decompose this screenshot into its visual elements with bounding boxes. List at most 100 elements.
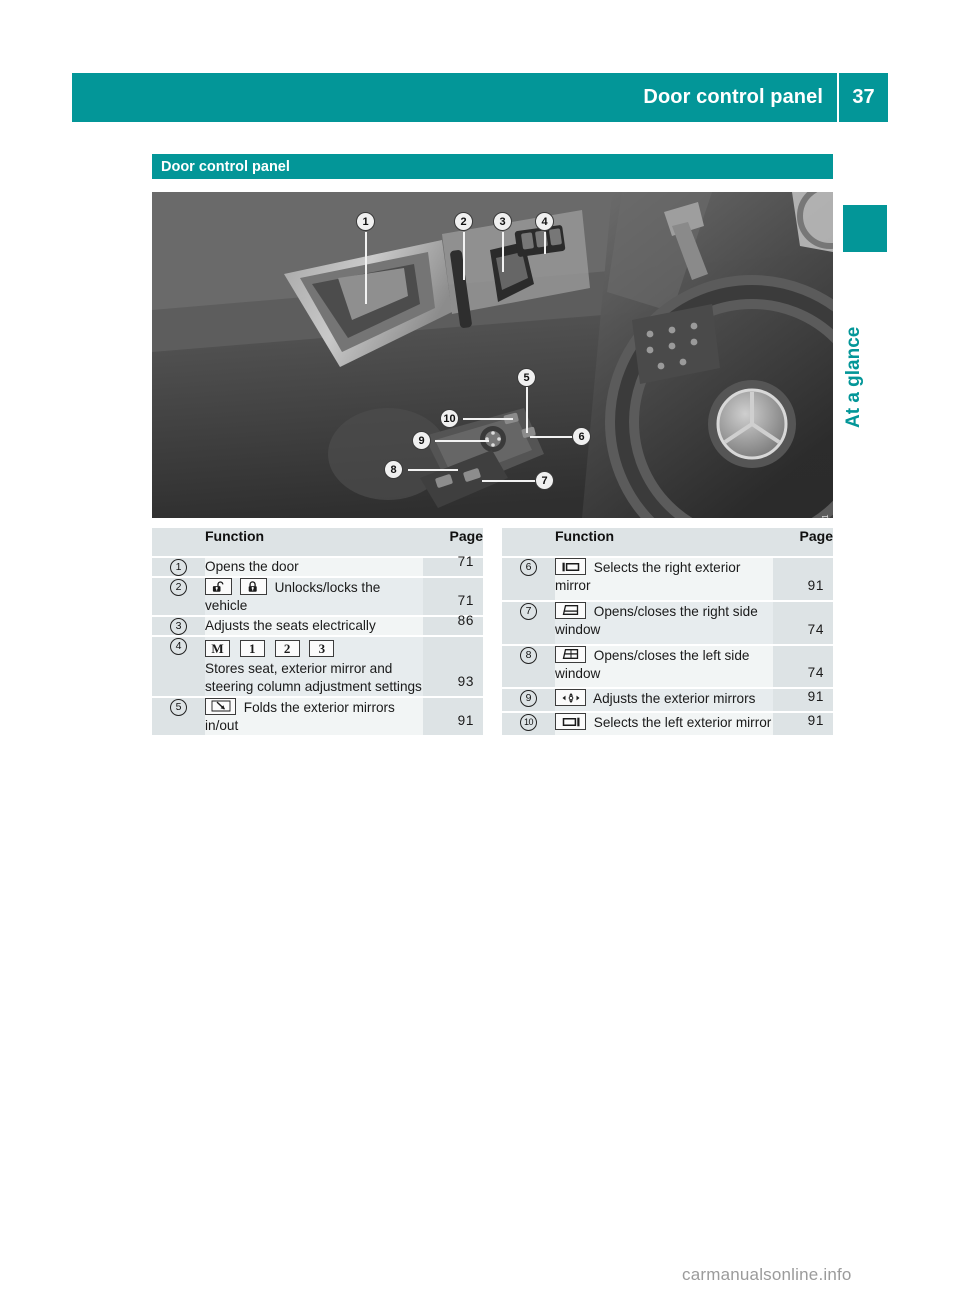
page-number: 37	[852, 86, 875, 108]
function-table-left: Function Page 1 Opens the door 71 2 Unlo…	[152, 528, 483, 735]
table-header-row: Function Page	[152, 528, 483, 557]
callout-badge: 5	[170, 698, 187, 716]
callout-badge: 9	[520, 690, 537, 708]
table-row: 9 Adjusts the exterior mirrors 91	[502, 687, 833, 713]
leader-line-10	[463, 418, 513, 420]
row-page-cell: 91	[773, 687, 833, 713]
callout-3: 3	[493, 212, 512, 231]
row-function-cell: Unlocks/locks the vehicle	[205, 576, 423, 616]
row-function-cell: Selects the right exterior mirror	[555, 556, 773, 601]
left-exterior-mirror-icon	[555, 713, 586, 731]
function-text: Selects the left exterior mirror	[593, 715, 772, 731]
table-header-row: Function Page	[502, 528, 833, 557]
function-text: Stores seat, exterior mirror and steerin…	[205, 660, 422, 694]
memory-2-key: 2	[274, 639, 300, 657]
unlock-icon	[205, 578, 232, 595]
mirror-fold-icon	[205, 697, 236, 715]
row-page-cell: 91	[773, 711, 833, 735]
leader-line-1	[365, 232, 367, 304]
callout-1: 1	[356, 212, 375, 231]
header-cell-number	[502, 528, 555, 557]
table-row: 7 Opens/closes the right side window 74	[502, 599, 833, 645]
callout-9: 9	[412, 431, 431, 450]
page-ref[interactable]: 91	[808, 689, 824, 704]
page-running-header: Door control panel 37	[72, 73, 888, 122]
table-row: 8 Opens/closes the left side window 74	[502, 643, 833, 689]
page-ref[interactable]: 91	[458, 713, 474, 728]
table-row: 4 M 1 2 3 Stores seat, exterior mirror a…	[152, 634, 483, 697]
row-page-cell: 74	[773, 643, 833, 689]
page-ref[interactable]: 93	[458, 674, 474, 689]
row-number-cell: 2	[152, 576, 205, 616]
callout-badge: 6	[520, 559, 537, 576]
row-number-cell: 9	[502, 687, 555, 713]
site-watermark: carmanualsonline.info	[682, 1265, 852, 1284]
lock-icon	[239, 578, 267, 595]
row-function-cell: Opens/closes the left side window	[555, 643, 773, 689]
row-number-cell: 6	[502, 556, 555, 601]
row-page-cell: 74	[773, 599, 833, 645]
table-row: 5 Folds the exterior mirrors in/out 91	[152, 695, 483, 735]
callout-badge: 8	[520, 646, 537, 664]
row-page-cell: 93	[423, 634, 483, 697]
row-function-cell: Opens the door	[205, 556, 423, 577]
function-text: Adjusts the exterior mirrors	[593, 691, 756, 707]
mirror-adjust-icon	[555, 689, 586, 707]
row-number-cell: 5	[152, 695, 205, 735]
row-function-cell: Adjusts the exterior mirrors	[555, 687, 773, 713]
row-function-cell: Opens/closes the right side window	[555, 599, 773, 645]
row-page-cell: 91	[423, 695, 483, 735]
illustration-credit: P72.10-4423-31	[821, 514, 830, 518]
table-row: 2 Unlocks/locks the vehicle 71	[152, 576, 483, 616]
table-row: 3 Adjusts the seats electrically 86	[152, 613, 483, 636]
left-side-window-icon	[555, 645, 586, 663]
leader-line-8	[408, 469, 458, 471]
row-page-cell: 71	[423, 576, 483, 616]
leader-line-2	[463, 232, 465, 280]
illustration-photo	[152, 192, 833, 518]
header-cell-number	[152, 528, 205, 557]
function-table-right: Function Page 6 Selects the right exteri…	[502, 528, 833, 735]
page-ref[interactable]: 71	[458, 554, 474, 569]
page-ref[interactable]: 74	[808, 622, 824, 637]
header-cell-page: Page	[423, 528, 483, 557]
page-ref[interactable]: 91	[808, 578, 824, 593]
section-heading-title: Door control panel	[161, 158, 290, 175]
memory-1-key: 1	[239, 639, 265, 657]
row-function-cell: Adjusts the seats electrically	[205, 614, 423, 636]
row-number-cell: 7	[502, 599, 555, 645]
callout-2: 2	[454, 212, 473, 231]
table-row: 6 Selects the right exterior mirror 91	[502, 556, 833, 601]
leader-line-6	[530, 436, 578, 438]
page-ref[interactable]: 74	[808, 665, 824, 680]
callout-5: 5	[517, 368, 536, 387]
right-side-window-icon	[555, 601, 586, 619]
row-function-cell: Selects the left exterior mirror	[555, 711, 773, 735]
row-number-cell: 8	[502, 643, 555, 689]
callout-badge: 2	[170, 579, 187, 596]
leader-line-7	[482, 480, 540, 482]
page-content: Door control panel 1 2 3 4 5 6 7 8 9 10 …	[152, 154, 833, 735]
header-cell-function: Function	[555, 528, 773, 557]
table-row: 10 Selects the left exterior mirror 91	[502, 711, 833, 735]
callout-10: 10	[440, 409, 459, 428]
callout-6: 6	[572, 427, 591, 446]
header-cell-page: Page	[773, 528, 833, 557]
function-text-wrap: Stores seat, exterior mirror and steerin…	[205, 660, 423, 696]
row-function-cell: M 1 2 3 Stores seat, exterior mirror and…	[205, 634, 423, 697]
page-ref[interactable]: 71	[458, 593, 474, 608]
callout-4: 4	[535, 212, 554, 231]
page-ref[interactable]: 86	[458, 613, 474, 628]
callout-badge: 3	[170, 617, 187, 635]
callout-badge: 4	[170, 637, 187, 655]
page-ref[interactable]: 91	[808, 713, 824, 728]
callout-8: 8	[384, 460, 403, 479]
row-number-cell: 1	[152, 556, 205, 577]
chapter-tab-marker	[843, 205, 887, 252]
callout-badge: 7	[520, 602, 537, 620]
callout-badge: 1	[170, 559, 187, 576]
right-exterior-mirror-icon	[555, 558, 586, 575]
leader-line-5	[526, 387, 528, 433]
callout-7: 7	[535, 471, 554, 490]
row-number-cell: 10	[502, 711, 555, 735]
